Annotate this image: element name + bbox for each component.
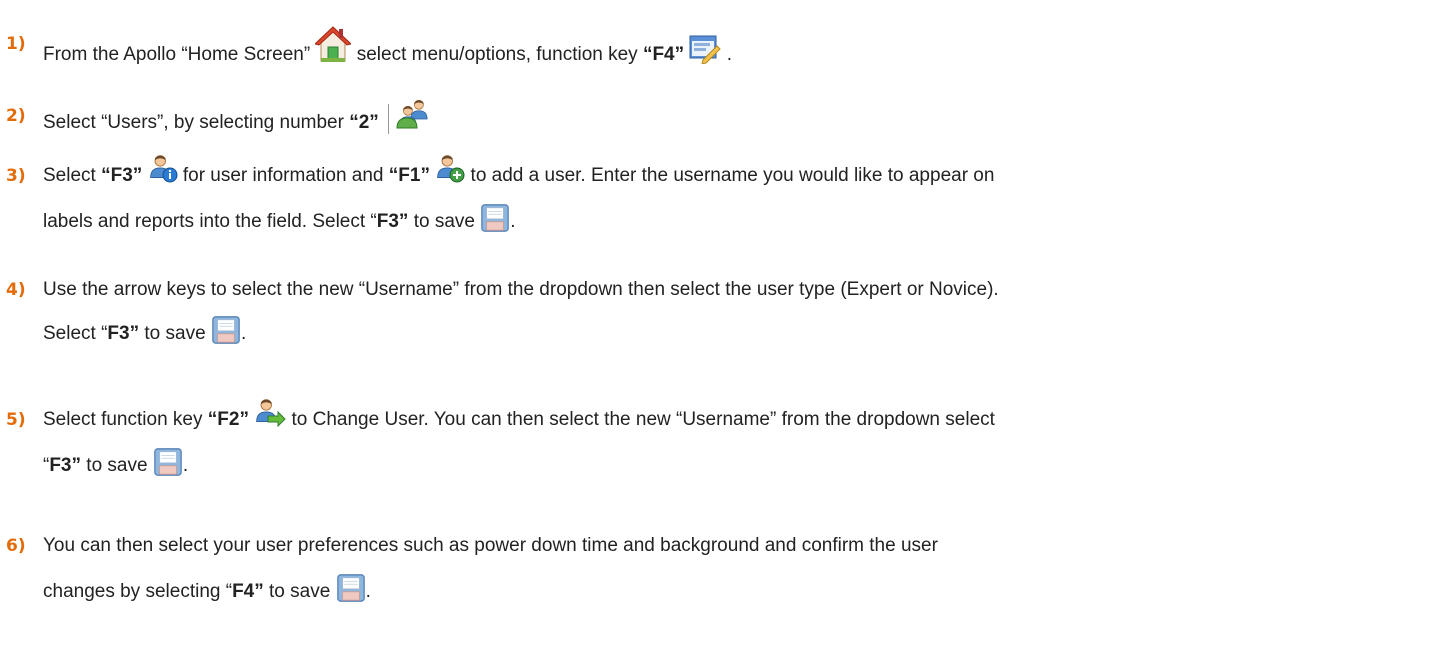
step-text: . (365, 581, 371, 602)
step-line: From the Apollo “Home Screen” select men… (43, 26, 732, 71)
step-number: 2) (6, 106, 26, 126)
save-icon (153, 447, 183, 484)
step-line: Select “Users”, by selecting number “2” (43, 104, 431, 137)
step-text: You can then select your user preference… (43, 535, 938, 556)
save-icon (336, 573, 366, 610)
save-icon (480, 203, 510, 240)
step-text: to save (81, 455, 153, 476)
step-number: 5) (6, 410, 26, 430)
step-text: From the Apollo “Home Screen” (43, 44, 316, 65)
step-line: changes by selecting “F4” to save . (43, 574, 371, 610)
user-info-icon (148, 153, 178, 190)
step-text: to save (263, 581, 336, 602)
step-text: Use the arrow keys to select the new “Us… (43, 279, 999, 300)
save-icon (211, 315, 241, 352)
step-text: changes by selecting “ (43, 581, 233, 602)
step-text: Select function key (43, 409, 208, 430)
users-icon (395, 100, 431, 137)
step-text: to add a user. Enter the username you wo… (470, 165, 995, 186)
add-user-icon (435, 153, 465, 190)
step-text: to save (139, 323, 211, 344)
step-text: for user information and (182, 165, 389, 186)
key-label: F3” (107, 323, 140, 344)
step-line: Use the arrow keys to select the new “Us… (43, 278, 999, 302)
step-text: . (726, 44, 732, 65)
step-number: 4) (6, 280, 26, 300)
step-line: Select “F3” for user information and “F1… (43, 155, 995, 190)
divider (388, 104, 390, 134)
key-label: “F3” (101, 165, 143, 186)
step-text: Select “ (43, 323, 108, 344)
step-line: “F3” to save . (43, 448, 189, 484)
home-icon (314, 24, 353, 71)
step-text: . (240, 323, 247, 344)
key-label: F4” (232, 581, 264, 602)
step-text: select menu/options, function key (356, 44, 643, 65)
step-text: to Change User. You can then select the … (291, 409, 995, 430)
step-line: Select “F3” to save . (43, 316, 247, 352)
key-label: “F4” (642, 44, 685, 65)
step-number: 1) (6, 34, 26, 54)
step-text: to save (408, 211, 481, 232)
step-text: Select (43, 165, 102, 186)
step-number: 3) (6, 166, 26, 186)
change-user-icon (254, 397, 286, 434)
step-text: Select “Users”, by selecting number (43, 112, 350, 133)
step-text: . (182, 455, 189, 476)
menu-options-icon (689, 32, 722, 71)
key-label: F3” (49, 455, 82, 476)
step-line: You can then select your user preference… (43, 534, 938, 558)
key-label: “F2” (207, 409, 249, 430)
step-number: 6) (6, 536, 26, 556)
step-text: . (510, 211, 516, 232)
key-label: F3” (376, 211, 409, 232)
step-text: labels and reports into the field. Selec… (43, 211, 377, 232)
step-line: labels and reports into the field. Selec… (43, 204, 516, 240)
key-label: “2” (349, 112, 379, 133)
key-label: “F1” (388, 165, 430, 186)
step-line: Select function key “F2” to Change User.… (43, 399, 995, 434)
